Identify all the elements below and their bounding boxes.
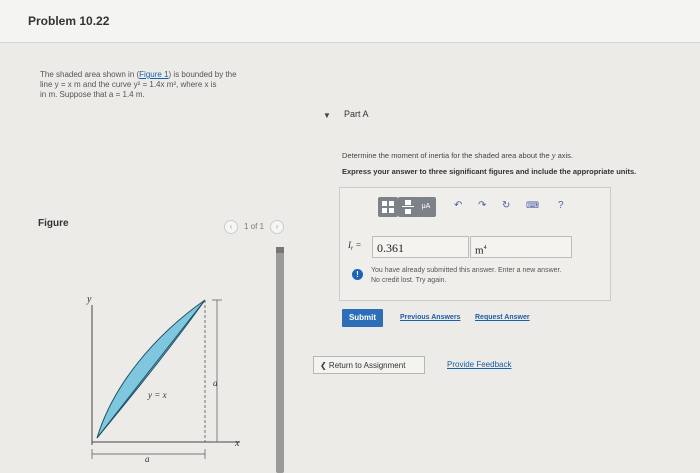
dim-a-vertical-label: a [213, 378, 218, 388]
keyboard-icon[interactable]: ⌨ [526, 200, 539, 211]
problem-title: Problem 10.22 [28, 14, 110, 28]
reset-icon[interactable]: ↻ [502, 200, 510, 211]
problem-statement: The shaded area shown in (Figure 1) is b… [40, 70, 285, 100]
problem-line-3: in m. Suppose that a = 1.4 m. [40, 90, 145, 99]
info-icon: ! [352, 269, 363, 280]
dim-a-horizontal-label: a [145, 454, 150, 464]
axis-x-label: x [234, 438, 240, 449]
iy-label: Iᵧ = [348, 240, 362, 250]
return-to-assignment-button[interactable]: ❮ Return to Assignment [313, 356, 425, 374]
answer-value-input[interactable]: 0.361 [372, 236, 469, 258]
help-icon[interactable]: ? [558, 200, 564, 211]
figure-link[interactable]: Figure 1 [139, 70, 168, 79]
feedback-line-1: You have already submitted this answer. … [371, 267, 562, 274]
redo-icon[interactable]: ↷ [478, 200, 486, 211]
provide-feedback-link[interactable]: Provide Feedback [447, 360, 511, 369]
line-y-equals-x [96, 299, 206, 439]
request-answer-link[interactable]: Request Answer [475, 314, 530, 321]
answer-unit-input[interactable]: m4 [470, 236, 572, 258]
figure-diagram: y x y = x a a [86, 294, 240, 464]
triangle-down-icon[interactable]: ▼ [323, 111, 331, 120]
curve-label: y = x [147, 390, 167, 400]
fraction-icon[interactable] [398, 197, 418, 217]
figure-scrollbar[interactable] [276, 247, 284, 473]
axis-y-label: y [86, 294, 92, 305]
undo-icon[interactable]: ↶ [454, 200, 462, 211]
previous-answers-link[interactable]: Previous Answers [400, 314, 460, 321]
part-title: Part A [344, 109, 369, 119]
problem-line-1: The shaded area shown in (Figure 1) is b… [40, 70, 237, 79]
problem-line-2: line y = x m and the curve y² = 1.4x m²,… [40, 80, 217, 89]
feedback-line-2: No credit lost. Try again. [371, 277, 447, 284]
templates-icon[interactable] [378, 197, 398, 217]
instruction: Determine the moment of inertia for the … [342, 150, 574, 160]
scrollbar-thumb[interactable] [276, 247, 284, 253]
submit-button[interactable]: Submit [342, 309, 383, 327]
express-instruction: Express your answer to three significant… [342, 167, 637, 176]
top-bar: Problem 10.22 [0, 0, 700, 43]
units-button[interactable]: μA [416, 197, 436, 217]
figure-label: Figure [38, 218, 69, 229]
